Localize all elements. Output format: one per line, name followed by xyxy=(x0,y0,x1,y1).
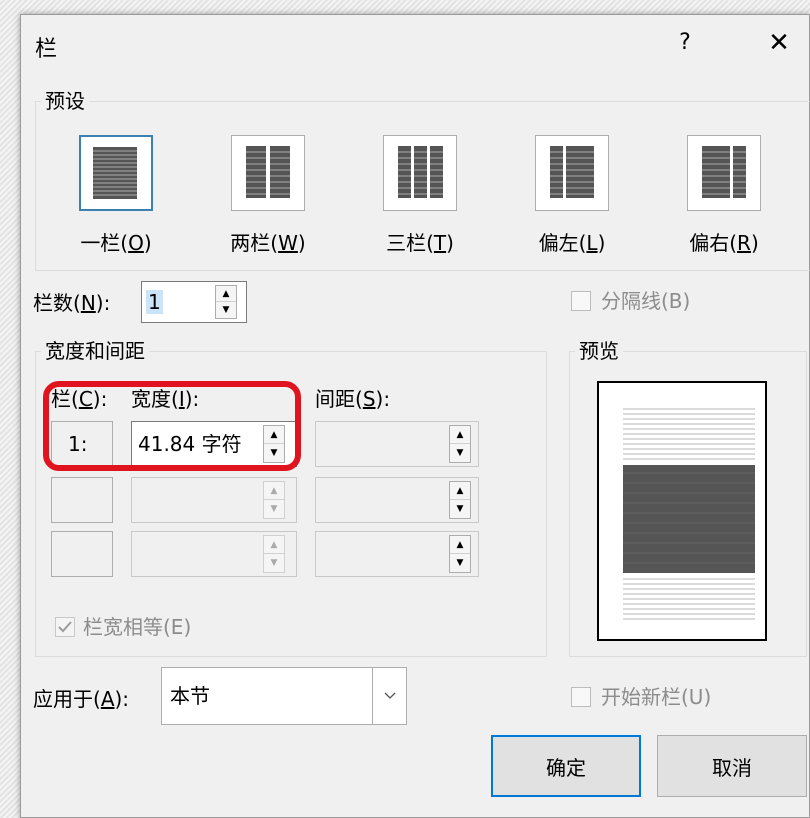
column-number-cell xyxy=(51,531,113,577)
preset-three-columns-button[interactable] xyxy=(383,135,457,211)
preset-left-label: 偏左(L) xyxy=(538,231,606,255)
new-column-label: 开始新栏(U) xyxy=(601,685,712,709)
preset-left-button[interactable] xyxy=(535,135,609,211)
dropdown-button[interactable] xyxy=(372,668,406,724)
spin-down-icon[interactable]: ▼ xyxy=(450,444,470,462)
new-column-checkbox[interactable] xyxy=(571,687,591,707)
preset-right-button[interactable] xyxy=(687,135,761,211)
right-column-icon xyxy=(702,146,746,198)
highlight-annotation xyxy=(43,381,301,471)
spin-up-icon[interactable]: ▲ xyxy=(450,426,470,444)
preset-three-columns-label: 三栏(T) xyxy=(386,231,454,255)
apply-to-select[interactable]: 本节 xyxy=(161,667,407,725)
close-icon: ✕ xyxy=(768,28,790,58)
width-spacing-group-label: 宽度和间距 xyxy=(41,339,149,363)
preset-one-column-label: 一栏(O) xyxy=(80,231,152,255)
ok-button[interactable]: 确定 xyxy=(491,735,641,797)
preset-two-columns-button[interactable] xyxy=(231,135,305,211)
column-width-spinner[interactable]: ▲ ▼ xyxy=(263,481,285,519)
column-width-spinner[interactable]: ▲ ▼ xyxy=(263,535,285,573)
checkmark-icon xyxy=(58,621,72,633)
columns-dialog: 栏 ? ✕ 预设 一栏(O) 两栏(W) 三栏(T) 偏左(L) 偏右(R) 栏… xyxy=(20,14,810,818)
spacing-header: 间距(S): xyxy=(315,387,391,411)
preset-two-columns-label: 两栏(W) xyxy=(230,231,306,255)
spin-up-icon[interactable]: ▲ xyxy=(264,536,284,554)
presets-group-label: 预设 xyxy=(41,89,89,113)
one-column-icon xyxy=(93,147,137,199)
separator-label: 分隔线(B) xyxy=(601,289,691,313)
column-count-spinner[interactable]: ▲ ▼ xyxy=(215,285,237,319)
close-button[interactable]: ✕ xyxy=(759,25,799,61)
column-count-label: 栏数(N): xyxy=(33,291,111,315)
equal-width-checkbox[interactable] xyxy=(55,617,75,637)
apply-to-label: 应用于(A): xyxy=(33,687,130,711)
separator-checkbox[interactable] xyxy=(571,291,591,311)
spin-down-icon[interactable]: ▼ xyxy=(450,554,470,572)
spin-down-icon[interactable]: ▼ xyxy=(216,302,236,318)
column-spacing-spinner[interactable]: ▲ ▼ xyxy=(449,425,471,463)
help-button[interactable]: ? xyxy=(665,25,705,61)
spin-down-icon[interactable]: ▼ xyxy=(264,500,284,518)
two-columns-icon xyxy=(246,146,290,198)
spin-up-icon[interactable]: ▲ xyxy=(450,482,470,500)
spin-up-icon[interactable]: ▲ xyxy=(450,536,470,554)
spin-down-icon[interactable]: ▼ xyxy=(264,554,284,572)
spin-up-icon[interactable]: ▲ xyxy=(264,482,284,500)
left-column-icon xyxy=(550,146,594,198)
three-columns-icon xyxy=(398,146,443,198)
cancel-button[interactable]: 取消 xyxy=(657,735,807,797)
column-spacing-spinner[interactable]: ▲ ▼ xyxy=(449,535,471,573)
preset-right-label: 偏右(R) xyxy=(689,231,759,255)
spin-down-icon[interactable]: ▼ xyxy=(450,500,470,518)
spin-up-icon[interactable]: ▲ xyxy=(216,286,236,302)
chevron-down-icon xyxy=(384,692,396,699)
equal-width-label: 栏宽相等(E) xyxy=(83,615,192,639)
dialog-title: 栏 xyxy=(35,37,58,62)
apply-to-value: 本节 xyxy=(170,684,210,708)
preview-page-icon xyxy=(623,408,755,620)
preview-page xyxy=(597,381,767,641)
column-number-cell xyxy=(51,477,113,523)
column-spacing-spinner[interactable]: ▲ ▼ xyxy=(449,481,471,519)
preset-one-column-button[interactable] xyxy=(79,135,153,211)
preview-group-label: 预览 xyxy=(575,339,623,363)
column-count-value: 1 xyxy=(146,290,163,314)
